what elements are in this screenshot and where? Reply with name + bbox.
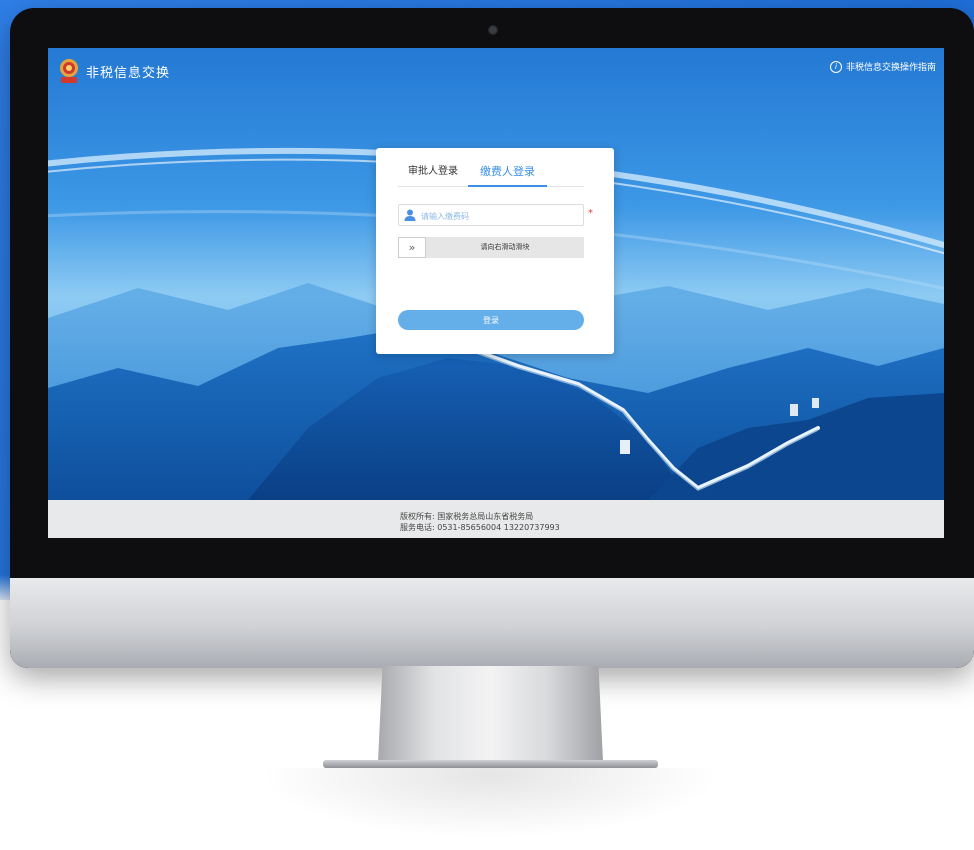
user-icon <box>404 209 416 221</box>
copyright-text: 版权所有: 国家税务总局山东省税务局 <box>400 512 534 521</box>
info-icon: i <box>829 60 842 73</box>
top-bar: 非税信息交换 i 非税信息交换操作指南 <box>48 48 944 100</box>
slider-hint: 请向右滑动滑块 <box>480 243 530 251</box>
login-card: 审批人登录 缴费人登录 * » 请向右滑动滑块 登录 <box>376 148 614 354</box>
brand-title: 非税信息交换 <box>86 66 171 81</box>
monitor: 非税信息交换 i 非税信息交换操作指南 审批人登录 缴费人登录 * <box>10 8 974 668</box>
slide-verify[interactable]: » 请向右滑动滑块 <box>398 237 584 258</box>
camera-icon <box>488 25 498 35</box>
help-guide-label: 非税信息交换操作指南 <box>845 63 936 73</box>
footer: 版权所有: 国家税务总局山东省税务局 服务电话: 0531-85656004 1… <box>48 500 944 538</box>
monitor-chin <box>10 578 974 668</box>
service-phone-text: 服务电话: 0531-85656004 13220737993 <box>400 523 560 532</box>
payment-code-input[interactable] <box>419 207 583 225</box>
login-button[interactable]: 登录 <box>398 310 584 330</box>
slider-handle[interactable]: » <box>398 237 426 258</box>
payment-code-field[interactable] <box>398 204 584 226</box>
double-chevron-right-icon: » <box>408 241 416 254</box>
required-mark: * <box>588 208 593 219</box>
screen: 非税信息交换 i 非税信息交换操作指南 审批人登录 缴费人登录 * <box>48 48 944 538</box>
login-tabs: 审批人登录 缴费人登录 <box>398 166 584 187</box>
tab-payer-login[interactable]: 缴费人登录 <box>468 166 547 187</box>
monitor-stand-base <box>323 760 658 768</box>
tab-approver-login[interactable]: 审批人登录 <box>398 166 468 185</box>
stand-shadow <box>260 768 720 838</box>
help-guide-link[interactable]: i 非税信息交换操作指南 <box>829 60 936 73</box>
tax-bureau-emblem-icon <box>60 59 78 83</box>
monitor-stand <box>378 666 603 762</box>
